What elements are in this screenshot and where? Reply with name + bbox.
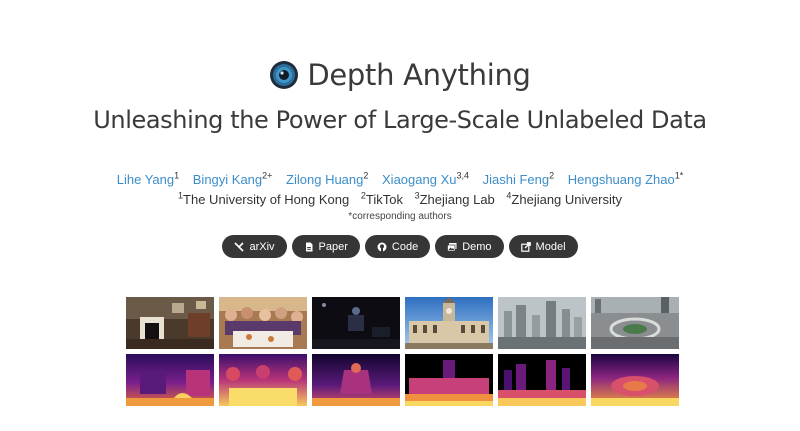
input-image-aerial-roundabout — [591, 297, 679, 349]
pdf-icon — [305, 242, 313, 251]
corresponding-note: *corresponding authors — [348, 211, 452, 222]
affiliation-name: Zhejiang University — [511, 192, 622, 208]
depth-map-historic-building — [405, 354, 493, 406]
input-image-foggy-city — [498, 297, 586, 349]
author-sup: 2 — [363, 171, 369, 181]
depth-map-dark-room — [312, 354, 400, 406]
affiliation: 2TikTok — [361, 191, 403, 208]
arxiv-button-label: arXiv — [249, 240, 275, 253]
author-link[interactable]: Hengshuang Zhao1* — [567, 171, 684, 188]
model-button-label: Model — [535, 240, 566, 253]
affiliation: 3Zhejiang Lab — [415, 191, 495, 208]
affiliation-list: 1The University of Hong Kong 2TikTok 3Zh… — [0, 191, 800, 207]
page-title: Depth Anything — [307, 58, 531, 92]
code-button[interactable]: Code — [364, 235, 431, 258]
input-image-historic-building — [405, 297, 493, 349]
affiliation-name: The University of Hong Kong — [183, 192, 350, 208]
github-icon — [377, 242, 387, 251]
depth-map-living-room — [126, 354, 214, 406]
author-name: Hengshuang Zhao — [567, 172, 675, 188]
affiliation: 1The University of Hong Kong — [178, 191, 350, 208]
author-link[interactable]: Bingyi Kang2+ — [192, 171, 273, 188]
model-button[interactable]: Model — [508, 235, 578, 258]
affiliation: 4Zhejiang University — [506, 191, 622, 208]
author-sup: 2+ — [262, 171, 273, 181]
author-sup: 2 — [549, 171, 555, 181]
demo-button[interactable]: Demo — [435, 235, 504, 258]
author-sup: 3,4 — [456, 171, 469, 181]
author-name: Bingyi Kang — [192, 172, 263, 188]
link-buttons: arXiv Paper Code Demo Model — [0, 235, 800, 258]
title-row: Depth Anything — [0, 58, 800, 92]
author-list: Lihe Yang1 Bingyi Kang2+ Zilong Huang2 X… — [0, 171, 800, 187]
depth-map-aerial-roundabout — [591, 354, 679, 406]
depth-gallery — [126, 297, 679, 407]
affiliation-name: TikTok — [365, 192, 403, 208]
author-link[interactable]: Jiashi Feng2 — [482, 171, 555, 188]
author-link[interactable]: Lihe Yang1 — [116, 171, 180, 188]
affiliation-name: Zhejiang Lab — [419, 192, 495, 208]
demo-button-label: Demo — [462, 240, 492, 253]
images-icon — [447, 242, 457, 251]
input-image-dark-room — [312, 297, 400, 349]
eye-logo-icon — [270, 61, 299, 89]
input-image-living-room — [126, 297, 214, 349]
input-image-dinner-party — [219, 297, 307, 349]
external-link-icon — [520, 241, 531, 252]
author-name: Lihe Yang — [116, 172, 175, 188]
depth-map-dinner-party — [219, 354, 307, 406]
author-sup: 1* — [674, 171, 684, 181]
arxiv-button[interactable]: arXiv — [222, 235, 287, 258]
code-button-label: Code — [391, 240, 419, 253]
paper-button[interactable]: Paper — [291, 235, 360, 258]
author-link[interactable]: Xiaogang Xu3,4 — [382, 171, 469, 188]
author-link[interactable]: Zilong Huang2 — [286, 171, 369, 188]
page-subtitle: Unleashing the Power of Large-Scale Unla… — [93, 106, 707, 134]
page: Depth Anything Unleashing the Power of L… — [0, 0, 800, 431]
paper-button-label: Paper — [318, 240, 348, 253]
author-name: Xiaogang Xu — [382, 172, 457, 188]
author-sup: 1 — [174, 171, 180, 181]
author-name: Jiashi Feng — [482, 172, 550, 188]
author-name: Zilong Huang — [286, 172, 364, 188]
arxiv-icon — [234, 241, 245, 252]
depth-map-foggy-city — [498, 354, 586, 406]
